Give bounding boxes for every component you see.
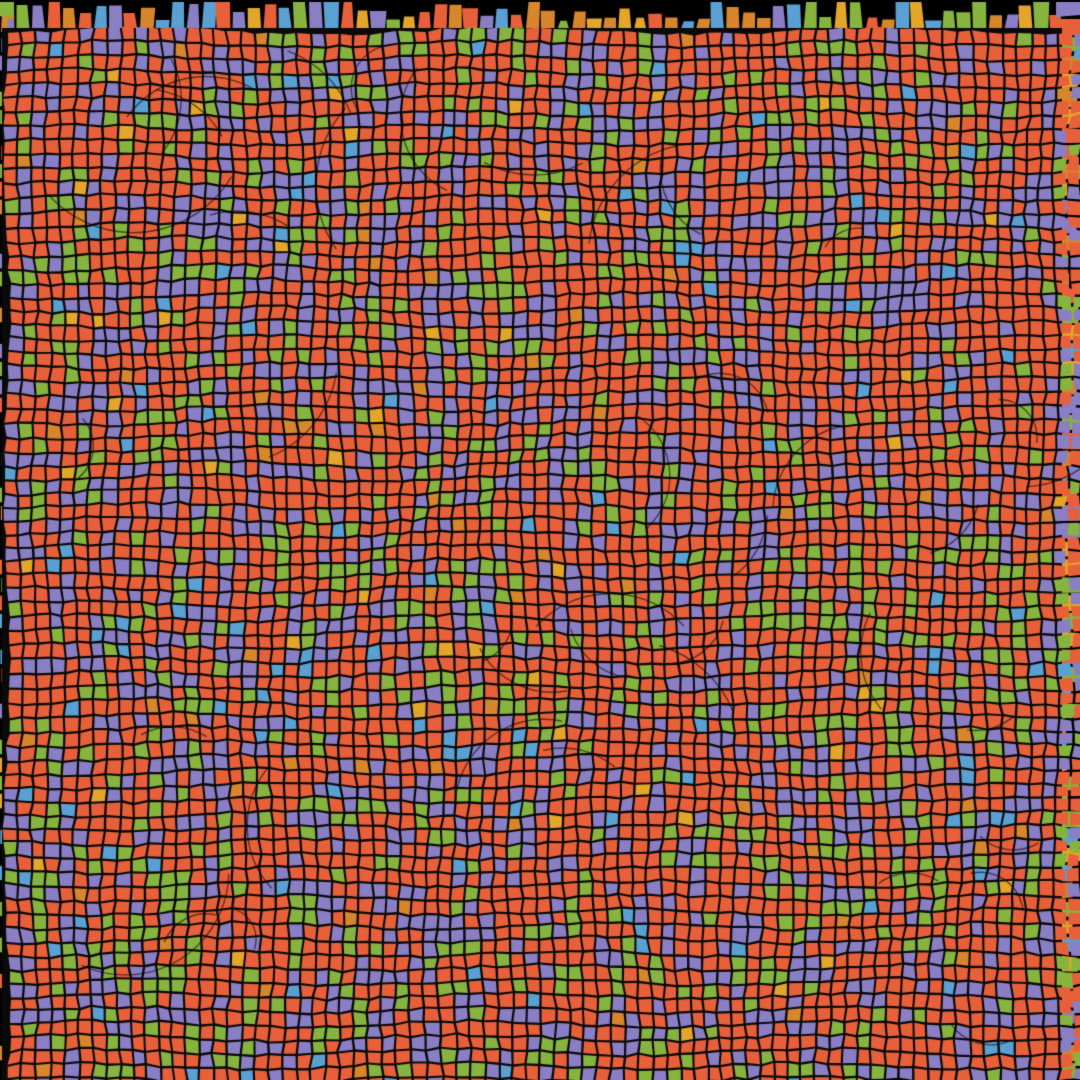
mosaic-canvas bbox=[0, 0, 1080, 1080]
mosaic-artwork bbox=[0, 0, 1080, 1080]
